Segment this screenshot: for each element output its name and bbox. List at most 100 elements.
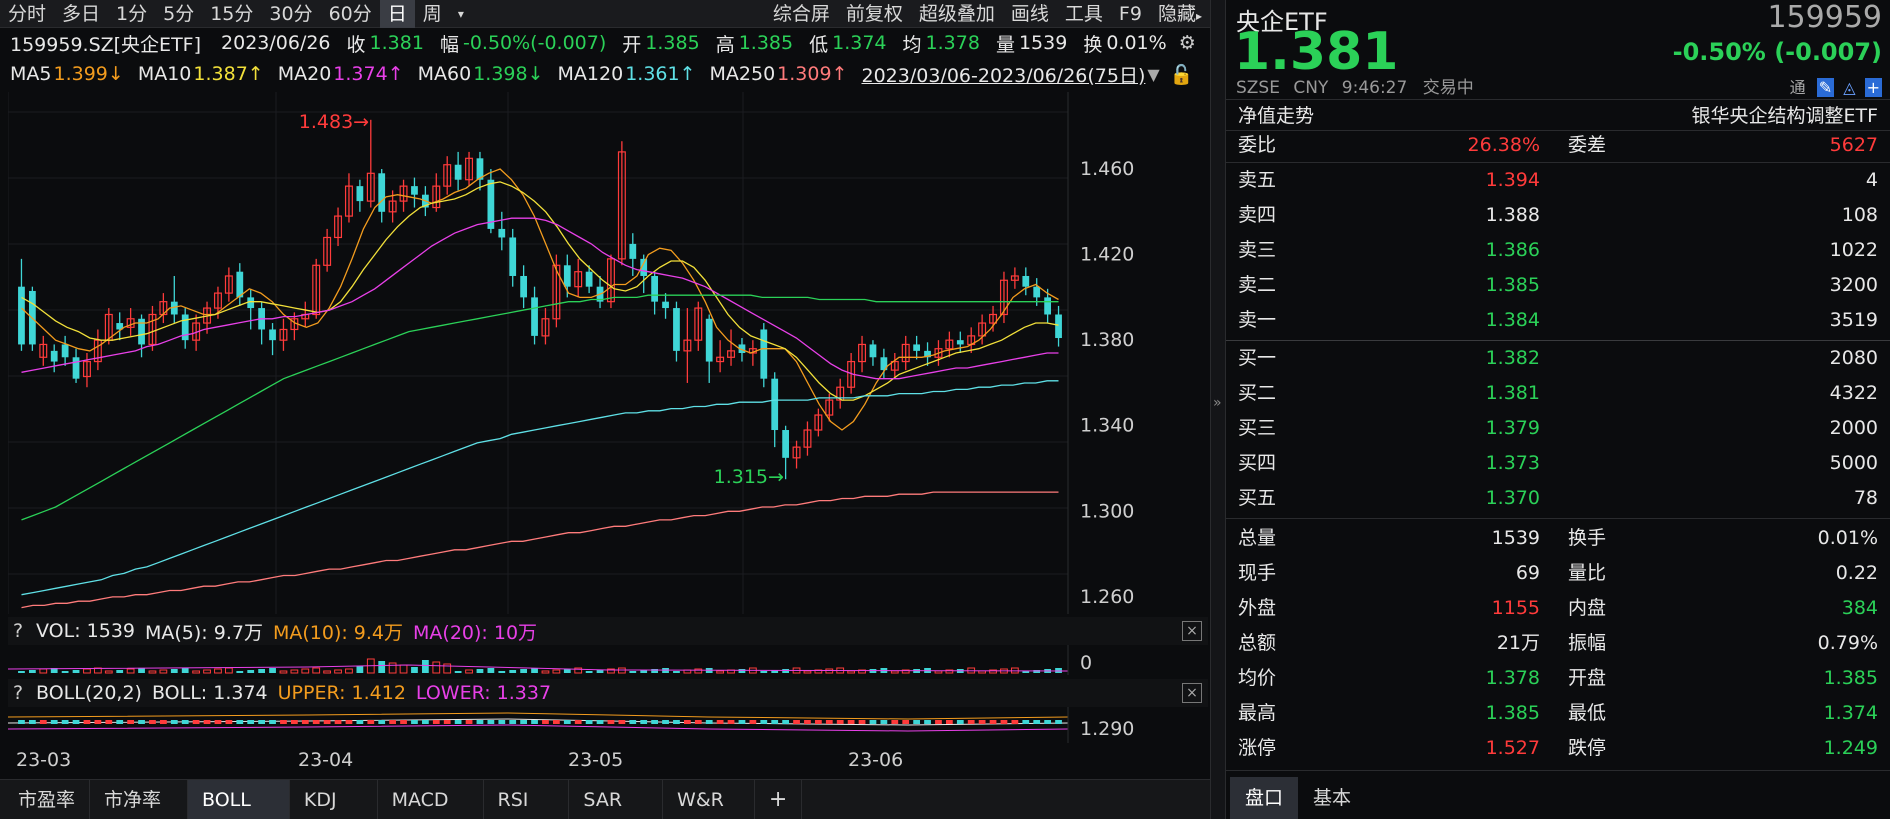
help-icon[interactable]: ? <box>8 682 28 704</box>
row-value-2: 4 <box>1865 169 1878 191</box>
tab-wr[interactable]: W&R <box>663 780 755 819</box>
range-dropdown-icon[interactable]: ▼ <box>1147 65 1159 84</box>
tab-pankou[interactable]: 盘口 <box>1230 777 1298 819</box>
f9-button[interactable]: F9 <box>1111 0 1150 28</box>
row-value-2: 1.374 <box>1823 702 1878 724</box>
tab-kdj[interactable]: KDJ <box>290 780 378 819</box>
help-icon[interactable]: ? <box>8 620 28 642</box>
tab-boll[interactable]: BOLL <box>188 780 290 819</box>
ma250-line <box>21 491 1059 609</box>
boll-bar <box>694 720 702 724</box>
tab-fenshi[interactable]: 分时 <box>0 0 54 28</box>
tab-pe[interactable]: 市盈率 <box>0 780 91 819</box>
volume-bar <box>334 669 342 674</box>
tong-button[interactable]: 通 <box>1790 78 1806 97</box>
volume-bar <box>290 669 299 674</box>
boll-bar <box>1033 720 1041 724</box>
boll-bar <box>421 720 429 724</box>
boll-bar <box>596 720 604 724</box>
price-annotation: 1.483→ <box>299 111 369 133</box>
tab-sar[interactable]: SAR <box>569 780 664 819</box>
boll-lower-line <box>8 724 1069 732</box>
boll-bar <box>323 720 331 724</box>
boll-bar <box>465 720 473 724</box>
alert-icon[interactable]: ◬ <box>1843 78 1855 97</box>
candlestick-chart[interactable]: 1.460 1.420 1.380 1.340 1.300 1.260 1.483→ 1.31… <box>8 92 1208 614</box>
row-value: 1.378 <box>1485 667 1540 689</box>
tab-multiday[interactable]: 多日 <box>54 0 108 28</box>
volume-bar <box>399 664 408 674</box>
row-label: 买二 <box>1238 382 1277 404</box>
tab-week[interactable]: 周 <box>415 0 450 28</box>
tab-day[interactable]: 日 <box>379 0 415 28</box>
ma250-value: 1.309↑ <box>777 63 848 85</box>
volume-bar <box>388 662 397 674</box>
close-icon[interactable]: × <box>1182 621 1202 641</box>
tab-rsi[interactable]: RSI <box>484 780 570 819</box>
ask-row: 卖四 1.388 108 <box>1238 198 1878 233</box>
super-overlay-button[interactable]: 超级叠加 <box>911 0 1003 28</box>
row-value: 1.527 <box>1485 737 1540 759</box>
volume-bar <box>596 670 604 673</box>
composite-screen-button[interactable]: 综合屏 <box>765 0 838 28</box>
boll-bar <box>585 720 593 724</box>
tab-basic[interactable]: 基本 <box>1298 777 1366 819</box>
boll-bar <box>782 720 790 724</box>
tab-5min[interactable]: 5分 <box>155 0 202 28</box>
tab-15min[interactable]: 15分 <box>202 0 261 28</box>
tab-30min[interactable]: 30分 <box>261 0 320 28</box>
row-label-2: 量比 <box>1568 562 1607 584</box>
panel-splitter[interactable]: » <box>1210 0 1226 819</box>
lock-icon[interactable]: 🔓 <box>1170 63 1194 86</box>
vol-ma10: MA(10): 9.4万 <box>272 621 404 644</box>
boll-bar <box>432 720 440 724</box>
candle-body <box>782 430 790 458</box>
volume-bar <box>356 666 364 673</box>
y-tick-label: 1.460 <box>1080 158 1134 180</box>
boll-bar <box>520 720 528 724</box>
row-label: 现手 <box>1238 562 1277 584</box>
add-tab-button[interactable]: + <box>755 780 803 819</box>
settings-gear-icon[interactable]: ⚙ <box>1179 32 1196 54</box>
volume-bar <box>126 668 135 674</box>
x-tick-label: 23-03 <box>16 749 72 771</box>
candle-body <box>520 275 528 298</box>
tab-pb[interactable]: 市净率 <box>90 780 189 819</box>
close-icon[interactable]: × <box>1182 683 1202 703</box>
boll-bar <box>39 720 47 724</box>
volume-chart: 0 <box>8 645 1092 675</box>
low-label: 低 <box>809 33 829 56</box>
boll-bar <box>312 720 320 724</box>
tab-macd[interactable]: MACD <box>378 780 484 819</box>
candle-body <box>705 318 713 362</box>
expand-icon[interactable]: » <box>1213 395 1222 411</box>
row-label-2: 内盘 <box>1568 597 1607 619</box>
tab-60min[interactable]: 60分 <box>321 0 380 28</box>
exchange-label: SZSE <box>1236 78 1280 98</box>
date-range-selector[interactable]: 2023/03/06-2023/06/26(75日) <box>862 61 1146 88</box>
y-tick-label: 1.300 <box>1080 500 1134 522</box>
open-value: 1.385 <box>645 32 700 54</box>
candle-body <box>531 297 538 336</box>
edit-icon[interactable]: ✎ <box>1816 78 1835 97</box>
forward-adjust-button[interactable]: 前复权 <box>838 0 911 28</box>
boll-bar <box>61 720 69 724</box>
stat-row: 均价 1.378 开盘 1.385 <box>1238 661 1878 696</box>
tools-button[interactable]: 工具 <box>1057 0 1111 28</box>
hide-button[interactable]: 隐藏▸ <box>1150 0 1210 28</box>
boll-bar <box>935 720 942 724</box>
boll-lower: LOWER: 1.337 <box>415 682 552 704</box>
row-value: 21万 <box>1496 632 1540 654</box>
vol-current: VOL: 1539 <box>36 620 135 642</box>
draw-line-button[interactable]: 画线 <box>1003 0 1057 28</box>
boll-bar <box>367 720 375 724</box>
boll-bar <box>498 720 506 724</box>
boll-bar <box>989 720 997 724</box>
price-annotation: 1.315→ <box>714 466 784 488</box>
high-value: 1.385 <box>738 32 794 54</box>
period-dropdown-icon[interactable]: ▾ <box>450 0 472 28</box>
volume-bar <box>247 670 255 673</box>
y-tick-label: 0 <box>1080 652 1092 674</box>
add-icon[interactable]: + <box>1864 78 1882 97</box>
tab-1min[interactable]: 1分 <box>108 0 155 28</box>
